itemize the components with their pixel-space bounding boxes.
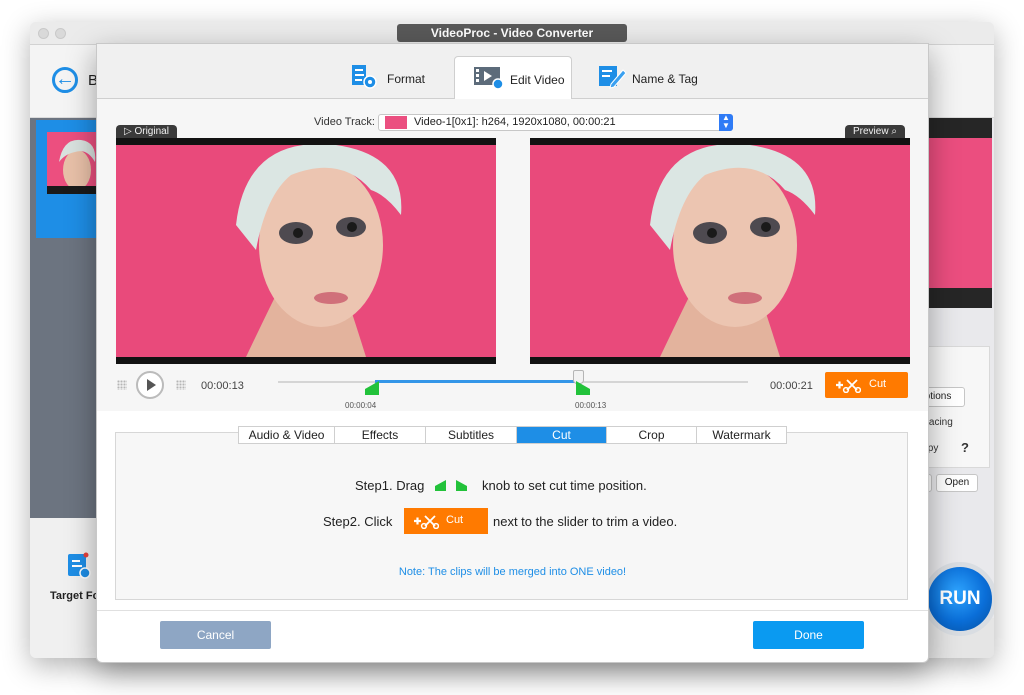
end-knob-icon	[456, 480, 467, 491]
dialog-tab-bar: Format Edit Video Name & Tag	[97, 44, 928, 99]
play-button[interactable]	[136, 371, 164, 399]
tab-audio-video[interactable]: Audio & Video	[239, 427, 335, 443]
step2-suffix: next to the slider to trim a video.	[493, 514, 678, 529]
preview-tag[interactable]: Preview ⌕	[845, 125, 905, 139]
tab-effects[interactable]: Effects	[335, 427, 426, 443]
step1-prefix: Step1. Drag	[355, 478, 425, 493]
video-list-panel	[30, 118, 103, 518]
start-knob-time: 00:00:04	[345, 401, 377, 410]
main-titlebar: VideoProc - Video Converter	[30, 22, 994, 45]
preview-video-image	[530, 145, 910, 357]
back-arrow-icon[interactable]: ←	[52, 67, 78, 93]
scissors-plus-icon	[414, 515, 439, 529]
main-preview	[928, 118, 992, 308]
original-video-image	[116, 145, 496, 357]
video-track-label: Video Track:	[314, 116, 375, 128]
cut-button-label: Cut	[869, 378, 887, 390]
start-knob-icon	[435, 480, 446, 491]
select-arrows-icon[interactable]: ▲ ▼	[719, 114, 733, 131]
left-bottom-panel	[30, 518, 97, 658]
step2-cut-button-example: Cut	[404, 508, 488, 534]
cancel-button[interactable]: Cancel	[160, 621, 271, 649]
close-window-icon[interactable]	[38, 28, 49, 39]
current-time: 00:00:13	[201, 380, 244, 392]
right-grip-icon	[176, 380, 186, 390]
edit-tab-bar: Audio & Video Effects Subtitles Cut Crop…	[238, 426, 787, 444]
cut-slider-selection	[375, 380, 581, 383]
preview-video-frame	[530, 138, 910, 364]
cut-button[interactable]: Cut	[825, 372, 908, 398]
original-video-frame	[116, 138, 496, 364]
tab-edit-video[interactable]: Edit Video	[454, 56, 572, 99]
video-list-item-selected[interactable]	[36, 120, 103, 238]
start-knob[interactable]	[365, 381, 381, 397]
window-title: VideoProc - Video Converter	[397, 24, 627, 42]
end-knob[interactable]	[576, 381, 592, 397]
tab-name-tag-label: Name & Tag	[632, 72, 698, 86]
tab-format[interactable]: Format	[350, 56, 440, 98]
left-grip-icon	[117, 380, 127, 390]
help-icon[interactable]: ?	[961, 440, 969, 455]
preview-label: Preview	[853, 126, 889, 137]
tab-cut[interactable]: Cut	[517, 427, 607, 443]
end-knob-time: 00:00:13	[575, 401, 607, 410]
video-track-value: Video-1[0x1]: h264, 1920x1080, 00:00:21	[414, 116, 616, 128]
tab-name-tag[interactable]: Name & Tag	[597, 56, 707, 98]
step1-suffix: knob to set cut time position.	[482, 478, 647, 493]
magnifier-icon: ⌕	[891, 126, 897, 137]
end-time: 00:00:21	[770, 380, 813, 392]
tab-watermark[interactable]: Watermark	[697, 427, 786, 443]
play-icon	[147, 379, 156, 391]
edit-video-dialog: Format Edit Video Name & Tag Video Track…	[96, 43, 929, 663]
edit-video-icon	[473, 65, 505, 94]
dialog-divider	[97, 610, 928, 611]
original-label: ▷ Original	[116, 125, 177, 139]
done-button[interactable]: Done	[753, 621, 864, 649]
main-preview-image	[928, 138, 992, 288]
preview-section: Video Track: Video-1[0x1]: h264, 1920x10…	[97, 99, 928, 411]
tab-crop[interactable]: Crop	[607, 427, 697, 443]
name-tag-icon	[597, 64, 627, 93]
merge-note: Note: The clips will be merged into ONE …	[398, 566, 627, 578]
video-track-select[interactable]: Video-1[0x1]: h264, 1920x1080, 00:00:21 …	[378, 114, 733, 131]
target-format-icon[interactable]	[66, 552, 92, 580]
open-button[interactable]: Open	[936, 474, 978, 492]
run-button[interactable]: RUN	[923, 562, 994, 636]
tab-edit-video-label: Edit Video	[510, 73, 565, 87]
video-thumbnail	[47, 132, 103, 194]
tab-format-label: Format	[387, 72, 426, 86]
tab-subtitles[interactable]: Subtitles	[426, 427, 517, 443]
video-track-thumbnail	[385, 116, 407, 129]
minimize-window-icon[interactable]	[55, 28, 66, 39]
step2-cut-label: Cut	[446, 514, 464, 526]
step2-prefix: Step2. Click	[323, 514, 393, 529]
format-icon	[350, 64, 380, 93]
scissors-plus-icon	[836, 379, 861, 393]
